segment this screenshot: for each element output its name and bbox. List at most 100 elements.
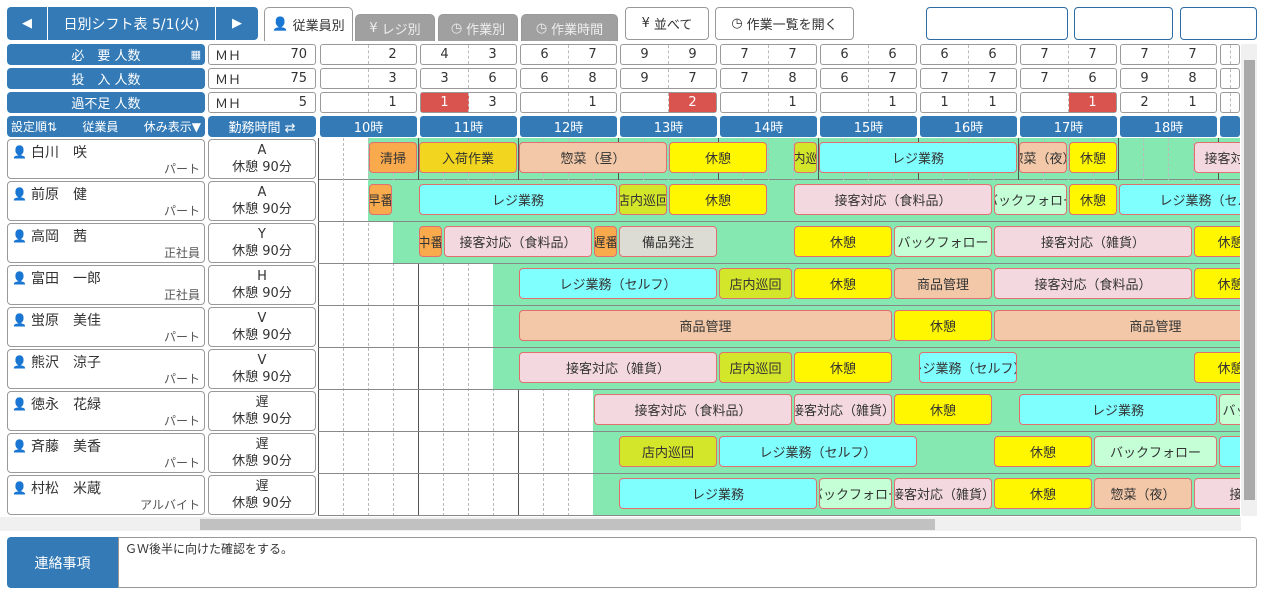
task-block[interactable]: 遅番 (594, 226, 617, 257)
task-block[interactable]: レジ業務（セルフ） (719, 436, 917, 467)
task-block[interactable]: 接客対応（雑貨） (994, 226, 1192, 257)
calendar-icon[interactable]: ▦ (191, 48, 201, 61)
tab-task[interactable]: ◷ 作業別 (438, 14, 518, 41)
auto-assign-dropdown[interactable]: ⚙ 各種自動割当 ▼ (926, 7, 1068, 40)
task-block[interactable]: 接客対応（食料品） (444, 226, 592, 257)
task-block[interactable]: 入荷作業 (419, 142, 517, 173)
task-block[interactable]: 中番 (419, 226, 442, 257)
employee-cell[interactable]: 👤 白川 咲パート (7, 139, 205, 179)
task-block[interactable]: 接客対応（食料品） (794, 184, 992, 215)
summary-label: 投 入 人数 (7, 68, 205, 89)
arrange-button[interactable]: ¥ 並べて (625, 7, 709, 40)
summary-cell: 77 (720, 44, 817, 65)
print-button[interactable]: ⎙ 印刷 (1180, 7, 1257, 40)
employee-cell[interactable]: 👤 斉藤 美香 パート (7, 433, 205, 473)
task-block[interactable]: 惣菜（昼） (519, 142, 667, 173)
task-block[interactable]: 休憩 (1069, 184, 1117, 215)
task-block[interactable]: レジ業務 (819, 142, 1017, 173)
next-day-button[interactable]: ▶ (216, 7, 258, 40)
task-block[interactable]: レジ業務 (619, 478, 817, 509)
task-block[interactable]: 休憩 (794, 352, 892, 383)
task-block[interactable]: 店内巡回 (719, 268, 792, 299)
shift-cell[interactable]: 遅休憩 90分 (208, 391, 316, 431)
tab-register[interactable]: ¥ レジ別 (355, 14, 435, 41)
task-block[interactable]: 休憩 (1069, 142, 1117, 173)
summary-label-text: 必 要 人数 (71, 49, 141, 64)
task-block[interactable]: レジ業務 (419, 184, 617, 215)
task-block[interactable]: 接客対応（食料品） (994, 268, 1192, 299)
sort-order-toggle[interactable]: 設定順⇅ (11, 118, 57, 135)
task-block[interactable]: 休憩 (1194, 268, 1240, 299)
task-block[interactable]: 接客対応（雑貨） (519, 352, 717, 383)
task-block[interactable]: 休憩 (794, 226, 892, 257)
task-block[interactable]: バックフォロー (1094, 436, 1217, 467)
break-display-dropdown[interactable]: 休み表示▼ (144, 118, 201, 135)
task-block[interactable]: バックフォロー (819, 478, 892, 509)
task-block[interactable]: 清掃 (369, 142, 417, 173)
task-block[interactable]: 店内巡回 (619, 436, 717, 467)
tab-task-time[interactable]: ◷ 作業時間 (521, 14, 618, 41)
task-block[interactable]: 惣菜（夜） (1019, 142, 1067, 173)
horizontal-scroll-thumb[interactable] (200, 519, 935, 530)
vertical-scroll-thumb[interactable] (1244, 60, 1255, 500)
task-block[interactable]: 備品発注 (619, 226, 717, 257)
task-block[interactable]: 商品管理 (994, 310, 1240, 341)
task-block[interactable]: 商品管理 (894, 268, 992, 299)
task-block[interactable]: レジ業務（セルフ） (919, 352, 1017, 383)
timeline-grid[interactable]: 清掃入荷作業惣菜（昼）休憩店内巡回レジ業務惣菜（夜）休憩接客対応早番レジ業務店内… (318, 138, 1240, 516)
clear-assign-button[interactable]: ⌫ 割当消去 (1074, 7, 1173, 40)
task-block[interactable]: 早番 (369, 184, 392, 215)
task-block[interactable]: レジ業務 (1219, 436, 1240, 467)
employee-cell[interactable]: 👤 村松 米蔵 アルバイト (7, 475, 205, 515)
task-block[interactable]: 休憩 (994, 436, 1092, 467)
task-block[interactable]: 接客対応（雑貨） (894, 478, 992, 509)
task-block[interactable]: 店内巡回 (619, 184, 667, 215)
task-block[interactable]: 惣菜（夜） (1094, 478, 1192, 509)
tab-employee[interactable]: 👤 従業員別 (264, 7, 353, 41)
work-time-header[interactable]: 勤務時間 ⇄ (208, 116, 316, 137)
task-block[interactable]: 接客対応 (1194, 478, 1240, 509)
task-block[interactable]: レジ業務（セルフ） (519, 268, 717, 299)
task-block[interactable]: 休憩 (669, 142, 767, 173)
shift-cell[interactable]: 遅休憩 90分 (208, 433, 316, 473)
shift-cell[interactable]: H 休憩 90分 (208, 265, 316, 305)
task-block[interactable]: 接客対応（雑貨） (794, 394, 892, 425)
employee-name: 白川 咲 (30, 145, 87, 161)
task-block[interactable]: 休憩 (1194, 352, 1240, 383)
notes-textarea[interactable]: ＧＷ後半に向けた確認をする。 (118, 537, 1257, 588)
task-block[interactable]: 休憩 (669, 184, 767, 215)
task-block[interactable]: 店内巡回 (794, 142, 817, 173)
employee-cell[interactable]: 👤 徳永 花緑 パート (7, 391, 205, 431)
task-block[interactable]: バックフォロー (994, 184, 1067, 215)
task-block[interactable]: バックフォロー (894, 226, 992, 257)
task-block[interactable]: バックフォロー (1219, 394, 1240, 425)
task-block[interactable]: レジ業務 (1019, 394, 1217, 425)
summary-value: 6 (488, 71, 497, 86)
task-block[interactable]: 休憩 (894, 310, 992, 341)
open-task-list-button[interactable]: ◷ 作業一覧を開く (715, 7, 854, 40)
horizontal-scrollbar[interactable] (0, 517, 1241, 531)
task-block[interactable]: 休憩 (794, 268, 892, 299)
shift-cell[interactable]: A 休憩 90分 (208, 139, 316, 179)
vertical-scrollbar[interactable] (1241, 44, 1257, 516)
prev-day-button[interactable]: ◀ (7, 7, 47, 40)
task-block[interactable]: 休憩 (1194, 226, 1240, 257)
task-block[interactable]: 休憩 (994, 478, 1092, 509)
shift-cell[interactable]: Y 休憩 90分 (208, 223, 316, 263)
shift-cell[interactable]: V 休憩 90分 (208, 307, 316, 347)
task-block[interactable]: 接客対応 (1194, 142, 1240, 173)
employee-cell[interactable]: 👤 熊沢 涼子 パート (7, 349, 205, 389)
employee-cell[interactable]: 👤 前原 健パート (7, 181, 205, 221)
task-block[interactable]: 休憩 (894, 394, 992, 425)
task-block[interactable]: 接客対応（食料品） (594, 394, 792, 425)
shift-cell[interactable]: A 休憩 90分 (208, 181, 316, 221)
shift-cell[interactable]: 遅休憩 90分 (208, 475, 316, 515)
shift-cell[interactable]: V 休憩 90分 (208, 349, 316, 389)
employee-cell[interactable]: 👤 蛍原 美佳 パート (7, 307, 205, 347)
task-block[interactable]: 商品管理 (519, 310, 892, 341)
employee-cell[interactable]: 👤 高岡 茜正社員 (7, 223, 205, 263)
summary-value (1021, 93, 1069, 112)
employee-cell[interactable]: 👤 富田 一郎 正社員 (7, 265, 205, 305)
task-block[interactable]: 店内巡回 (719, 352, 792, 383)
task-block[interactable]: レジ業務（セルフ） (1119, 184, 1240, 215)
